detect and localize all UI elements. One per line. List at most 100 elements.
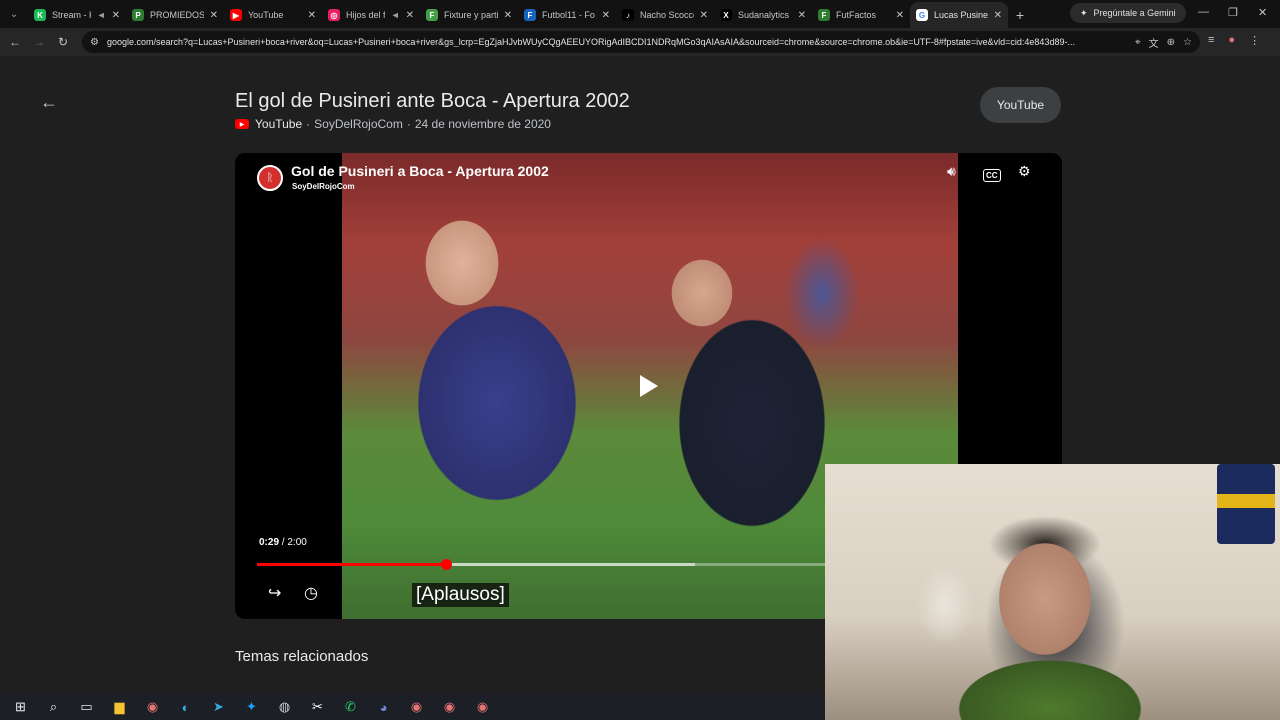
- whatsapp-icon[interactable]: ✆: [336, 696, 365, 718]
- tab-close-icon[interactable]: ✕: [994, 10, 1002, 21]
- tab-favicon-icon: F: [426, 9, 438, 21]
- tab-close-icon[interactable]: ✕: [896, 10, 904, 21]
- search-icon[interactable]: ⌕: [39, 696, 68, 718]
- forward-icon[interactable]: →: [27, 30, 51, 54]
- youtube-logo-icon: ▶: [235, 119, 249, 129]
- translate-icon[interactable]: 文: [1149, 35, 1159, 50]
- gemini-button[interactable]: ✦ Pregúntale a Gemini: [1070, 3, 1186, 23]
- menu-icon[interactable]: ⋮: [1249, 34, 1260, 47]
- location-icon[interactable]: ⌖: [1135, 37, 1141, 48]
- url-text[interactable]: google.com/search?q=Lucas+Pusineri+boca+…: [107, 37, 1127, 47]
- zoom-icon[interactable]: ⊕: [1167, 37, 1175, 48]
- tab-title: Stream - K: [52, 10, 91, 20]
- tab-close-icon[interactable]: ✕: [406, 10, 414, 21]
- chrome-icon[interactable]: ◉: [468, 696, 497, 718]
- video-title[interactable]: Gol de Pusineri a Boca - Apertura 2002: [291, 163, 549, 179]
- result-date: 24 de noviembre de 2020: [414, 117, 551, 131]
- tab-close-icon[interactable]: ✕: [308, 10, 316, 21]
- current-time: 0:29: [259, 537, 280, 548]
- gemini-icon: ✦: [1080, 7, 1088, 18]
- browser-tab[interactable]: P PROMIEDOS ✕: [126, 2, 224, 28]
- new-tab-button[interactable]: +: [1008, 2, 1032, 28]
- browser-tab[interactable]: F Futbol11 - Fo ✕: [518, 2, 616, 28]
- cc-icon: CC: [983, 169, 1001, 182]
- tab-title: Hijos del f: [346, 10, 385, 20]
- site-info-icon[interactable]: ⚙: [90, 37, 99, 48]
- gemini-label: Pregúntale a Gemini: [1093, 8, 1176, 18]
- tab-favicon-icon: ◎: [328, 9, 340, 21]
- webcam-overlay: [825, 464, 1280, 720]
- tab-close-icon[interactable]: ✕: [112, 10, 120, 21]
- chrome-icon[interactable]: ◉: [138, 696, 167, 718]
- meta-separator: ·: [306, 117, 311, 131]
- tab-title: Lucas Pusineri: [934, 10, 988, 20]
- result-title[interactable]: El gol de Pusineri ante Boca - Apertura …: [235, 90, 630, 113]
- tab-favicon-icon: ♪: [622, 9, 634, 21]
- tab-favicon-icon: F: [818, 9, 830, 21]
- browser-tab[interactable]: X Sudanalytics ✕: [714, 2, 812, 28]
- address-bar[interactable]: ⚙ google.com/search?q=Lucas+Pusineri+boc…: [82, 31, 1200, 53]
- tab-close-icon[interactable]: ✕: [798, 10, 806, 21]
- restore-icon[interactable]: ❐: [1228, 6, 1238, 19]
- open-youtube-button[interactable]: YouTube: [980, 87, 1061, 123]
- jersey-image: [1217, 464, 1275, 544]
- profile-avatar[interactable]: ●: [1228, 34, 1235, 47]
- media-controls-icon[interactable]: ≡: [1208, 34, 1214, 47]
- tab-title: FutFactos: [836, 10, 877, 20]
- tab-favicon-icon: ▶: [230, 9, 242, 21]
- result-meta: ▶ YouTube · SoyDelRojoCom · 24 de noviem…: [235, 117, 551, 131]
- tab-favicon-icon: G: [916, 9, 928, 21]
- tab-close-icon[interactable]: ✕: [504, 10, 512, 21]
- channel-avatar[interactable]: ᚱ: [257, 165, 283, 191]
- browser-tab[interactable]: G Lucas Pusineri ✕: [910, 2, 1008, 28]
- back-arrow-icon[interactable]: ←: [40, 92, 58, 113]
- watch-later-icon[interactable]: ◷: [304, 583, 318, 603]
- tab-title: YouTube: [248, 10, 284, 20]
- tab-close-icon[interactable]: ✕: [602, 10, 610, 21]
- related-topics-heading: Temas relacionados: [235, 648, 369, 665]
- result-source[interactable]: YouTube: [255, 117, 302, 131]
- browser-tab[interactable]: K Stream - K ◄ ✕: [28, 2, 126, 28]
- tab-close-icon[interactable]: ✕: [210, 10, 218, 21]
- task-view-icon[interactable]: ▭: [72, 696, 101, 718]
- tab-audio-icon[interactable]: ◄: [391, 10, 400, 20]
- close-window-icon[interactable]: ✕: [1258, 6, 1267, 19]
- browser-tab[interactable]: ▶ YouTube ✕: [224, 2, 322, 28]
- edge-icon[interactable]: ◐: [171, 696, 200, 718]
- windows-start-icon[interactable]: ⊞: [6, 696, 35, 718]
- capcut-icon[interactable]: ✂: [303, 696, 332, 718]
- tab-title: PROMIEDOS: [150, 10, 204, 20]
- tab-audio-icon[interactable]: ◄: [97, 10, 106, 20]
- minimize-icon[interactable]: —: [1198, 6, 1209, 18]
- reload-icon[interactable]: ↻: [51, 30, 75, 54]
- tab-title: Futbol11 - Fo: [542, 10, 595, 20]
- bookmark-star-icon[interactable]: ☆: [1183, 37, 1192, 48]
- play-icon[interactable]: [640, 375, 658, 397]
- video-channel[interactable]: SoyDelRojoCom: [292, 182, 355, 191]
- tab-favicon-icon: K: [34, 9, 46, 21]
- video-caption: [Aplausos]: [412, 583, 509, 607]
- browser-tab[interactable]: ♪ Nacho Scocco ✕: [616, 2, 714, 28]
- settings-gear-icon[interactable]: ⚙: [1018, 163, 1031, 180]
- discord-icon[interactable]: ◕: [369, 696, 398, 718]
- obs-icon[interactable]: ◍: [270, 696, 299, 718]
- twitter-icon[interactable]: ✦: [237, 696, 266, 718]
- captions-button[interactable]: CC: [983, 165, 1001, 182]
- tab-title: Nacho Scocco: [640, 10, 694, 20]
- chrome-icon[interactable]: ◉: [402, 696, 431, 718]
- meta-separator: ·: [406, 117, 411, 131]
- browser-tab[interactable]: F Fixture y partid ✕: [420, 2, 518, 28]
- chrome-icon[interactable]: ◉: [435, 696, 464, 718]
- back-icon[interactable]: ←: [3, 30, 27, 54]
- browser-tab[interactable]: ◎ Hijos del f ◄ ✕: [322, 2, 420, 28]
- tab-close-icon[interactable]: ✕: [700, 10, 708, 21]
- file-explorer-icon[interactable]: ▆: [105, 696, 134, 718]
- tab-favicon-icon: P: [132, 9, 144, 21]
- tab-title: Fixture y partid: [444, 10, 498, 20]
- browser-tab[interactable]: F FutFactos ✕: [812, 2, 910, 28]
- telegram-icon[interactable]: ➤: [204, 696, 233, 718]
- volume-icon[interactable]: 🔊︎: [947, 163, 956, 180]
- tab-search-icon[interactable]: ⌄: [0, 0, 28, 28]
- share-icon[interactable]: ↪: [268, 583, 281, 603]
- taskbar: ⊞ ⌕ ▭ ▆ ◉ ◐ ➤ ✦ ◍ ✂ ✆ ◕ ◉ ◉ ◉: [0, 694, 825, 720]
